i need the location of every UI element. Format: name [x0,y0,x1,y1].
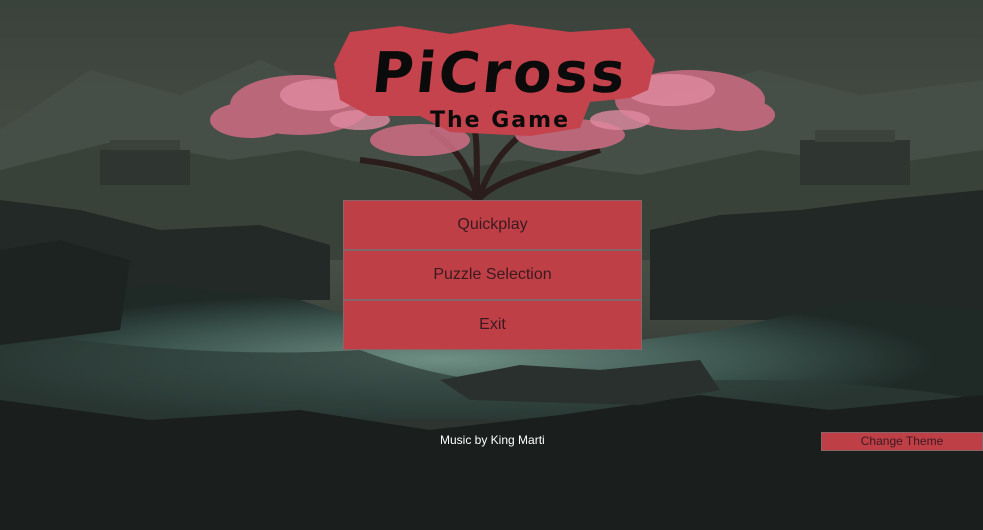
exit-button[interactable]: Exit [343,300,642,350]
music-credit: Music by King Marti [440,433,545,447]
quickplay-button[interactable]: Quickplay [343,200,642,250]
main-menu: Quickplay Puzzle Selection Exit [343,200,642,350]
game-logo-title: PiCross [369,41,632,106]
puzzle-selection-button[interactable]: Puzzle Selection [343,250,642,300]
game-logo-subtitle: The Game [430,108,570,133]
change-theme-button[interactable]: Change Theme [821,432,983,451]
